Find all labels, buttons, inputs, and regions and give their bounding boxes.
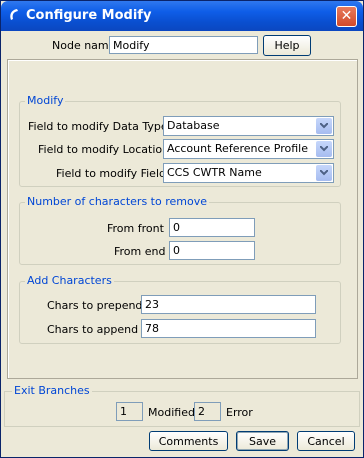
prepend-input[interactable]: 23 (141, 295, 316, 314)
field-label: Field to modify Field (56, 167, 166, 180)
error-branch-label: Error (226, 406, 253, 419)
help-button[interactable]: Help (263, 35, 311, 56)
from-front-label: From front (107, 222, 164, 235)
chevron-down-icon[interactable] (316, 165, 332, 181)
close-icon[interactable]: ✕ (336, 6, 357, 27)
title-bar[interactable]: Configure Modify ✕ (1, 1, 363, 31)
data-type-select[interactable]: Database (163, 116, 334, 136)
window-title: Configure Modify (26, 8, 152, 23)
from-end-label: From end (114, 245, 166, 258)
comments-button[interactable]: Comments (149, 431, 228, 451)
exit-branches-title: Exit Branches (12, 384, 92, 397)
modified-branch-label: Modified (148, 406, 195, 419)
data-type-value: Database (167, 119, 220, 132)
field-value: CCS CWTR Name (167, 166, 262, 179)
from-end-input[interactable]: 0 (169, 241, 255, 260)
location-select[interactable]: Account Reference Profile (163, 139, 334, 159)
error-branch-number: 2 (194, 402, 221, 421)
field-select[interactable]: CCS CWTR Name (163, 163, 334, 183)
append-input[interactable]: 78 (141, 319, 316, 338)
add-group-title: Add Characters (25, 274, 114, 287)
prepend-label: Chars to prepend (47, 299, 143, 312)
remove-group-title: Number of characters to remove (25, 195, 209, 208)
node-name-label: Node name (52, 39, 116, 52)
cancel-button[interactable]: Cancel (297, 431, 355, 451)
app-icon (7, 8, 21, 22)
from-front-input[interactable]: 0 (169, 218, 255, 237)
save-button[interactable]: Save (236, 431, 289, 451)
append-label: Chars to append (47, 323, 139, 336)
data-type-label: Field to modify Data Type (28, 120, 168, 133)
node-name-input[interactable]: Modify (109, 36, 258, 54)
modify-group-title: Modify (25, 94, 66, 107)
chevron-down-icon[interactable] (316, 118, 332, 134)
configure-modify-dialog: Configure Modify ✕ Node name Modify Help… (0, 0, 364, 458)
location-value: Account Reference Profile (167, 142, 309, 155)
location-label: Field to modify Location (38, 143, 170, 156)
modified-branch-number: 1 (116, 402, 143, 421)
chevron-down-icon[interactable] (316, 141, 332, 157)
